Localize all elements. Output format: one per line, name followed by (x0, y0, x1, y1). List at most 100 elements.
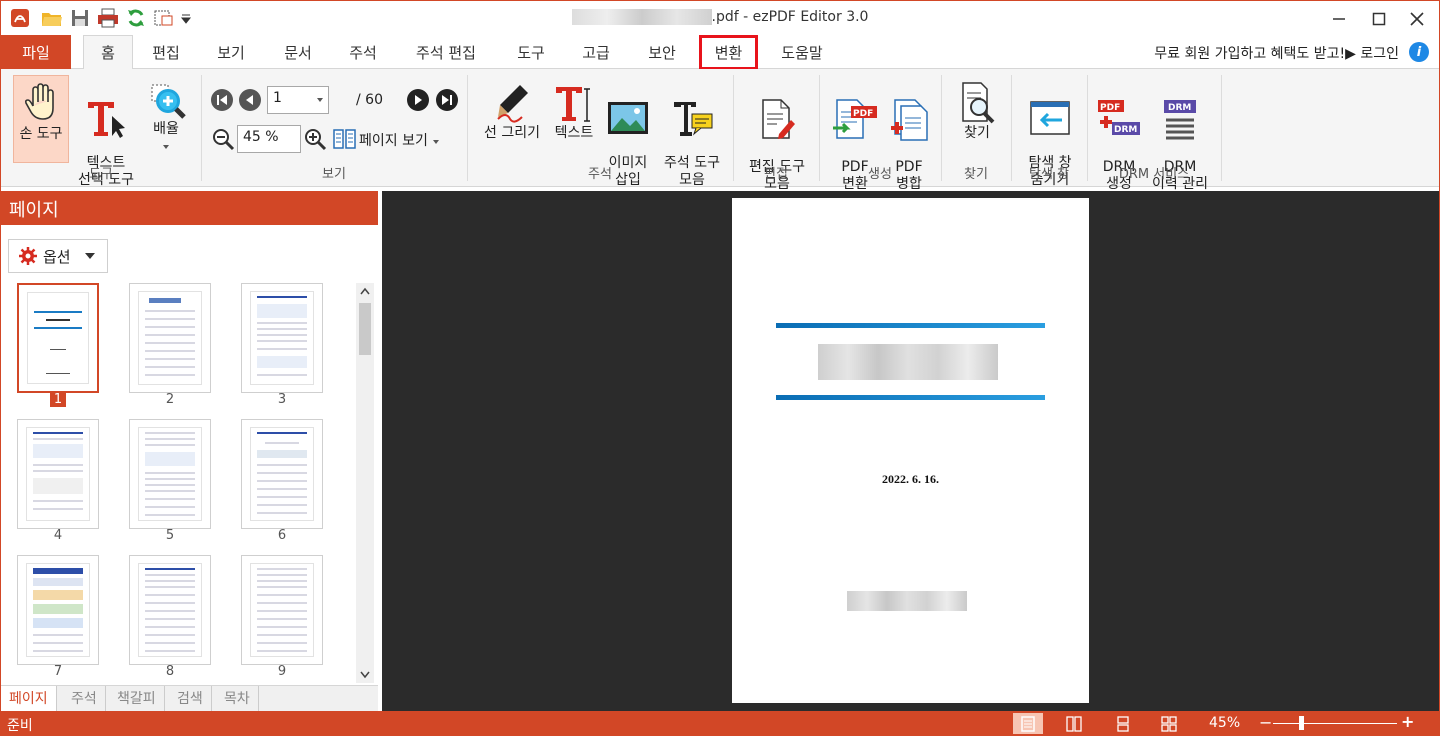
title-top-bar (776, 323, 1045, 328)
find-icon (962, 82, 995, 124)
zoom-plus-icon[interactable]: + (1401, 714, 1414, 730)
svg-text:DRM: DRM (1114, 125, 1137, 135)
zoom-in-icon (151, 84, 186, 119)
continuous-view-button[interactable] (1108, 713, 1138, 734)
page-thumbnail[interactable] (241, 283, 323, 393)
pdf-convert-icon: PDF (833, 99, 877, 139)
blurred-filename (571, 9, 712, 25)
image-insert-button[interactable]: 이미지 삽입 (603, 81, 653, 188)
page-thumbnail[interactable] (17, 555, 99, 665)
scroll-down-icon[interactable] (360, 671, 370, 679)
tab-document[interactable]: 문서 (273, 35, 323, 69)
text-select-tool-button[interactable]: 텍스트 선택 도구 (71, 81, 141, 188)
page-thumbnail[interactable] (17, 283, 99, 393)
zoom-in-small-icon[interactable] (303, 127, 327, 155)
title-bar: .pdf - ezPDF Editor 3.0 (1, 1, 1439, 35)
pages-pane-header: 페이지 (1, 191, 378, 225)
last-page-button[interactable] (436, 89, 458, 111)
page-thumbnail[interactable] (241, 555, 323, 665)
page-thumbnail-number: 3 (277, 392, 287, 407)
page-view-dropdown-icon (433, 140, 440, 144)
zoom-minus-icon[interactable]: − (1259, 715, 1272, 731)
tab-help[interactable]: 도움말 (772, 35, 832, 69)
page-thumbnail-number: 7 (53, 664, 63, 679)
annotation-tools-button[interactable]: 주석 도구 모음 (657, 81, 727, 188)
next-page-button[interactable] (407, 89, 429, 111)
single-page-view-button[interactable] (1013, 713, 1043, 734)
zoom-button[interactable]: 배율 (141, 81, 191, 163)
hide-nav-button[interactable]: 탐색 창 숨기기 (1019, 81, 1081, 188)
minimize-button[interactable] (1319, 5, 1359, 33)
tab-annotation[interactable]: 주석 (338, 35, 388, 69)
grid-view-button[interactable] (1154, 713, 1184, 734)
panel-bottom-tabs: 페이지 주석 책갈피 검색 목차 (1, 685, 378, 711)
tab-security[interactable]: 보안 (637, 35, 687, 69)
page-thumbnail-number: 4 (53, 528, 63, 543)
close-button[interactable] (1397, 5, 1437, 33)
image-icon (608, 102, 648, 134)
tab-advanced[interactable]: 고급 (571, 35, 621, 69)
tab-home[interactable]: 홈 (83, 35, 133, 70)
status-text: 준비 (7, 718, 33, 734)
title-app-name: ezPDF Editor 3.0 (752, 9, 869, 25)
page-view-button[interactable]: 페이지 보기 (359, 130, 440, 150)
first-page-button[interactable] (211, 89, 233, 111)
page-thumbnail[interactable] (129, 419, 211, 529)
page-thumbnail[interactable] (241, 419, 323, 529)
drm-history-icon: DRM (1164, 100, 1196, 140)
tab-view[interactable]: 보기 (206, 35, 256, 69)
tab-search[interactable]: 검색 (169, 686, 212, 711)
zoom-label: 배율 (153, 121, 179, 137)
find-button[interactable]: 찾기 (951, 81, 1003, 163)
tab-tools[interactable]: 도구 (506, 35, 556, 69)
tab-bookmarks[interactable]: 책갈피 (109, 686, 165, 711)
edit-tools-button[interactable]: 편집 도구 모음 (741, 81, 813, 192)
signup-login-link[interactable]: 무료 회원 가입하고 혜택도 받고!▶ 로그인 (1154, 43, 1399, 63)
zoom-slider-track[interactable] (1273, 723, 1397, 724)
zoom-value-input[interactable]: 45 % (237, 125, 301, 153)
title-bottom-bar (776, 395, 1045, 400)
tab-pages[interactable]: 페이지 (1, 686, 57, 711)
zoom-out-icon[interactable] (211, 127, 235, 155)
two-page-view-button[interactable] (1059, 713, 1089, 734)
page-number-value: 1 (273, 90, 282, 106)
document-page[interactable]: 2022. 6. 16. (732, 198, 1089, 703)
maximize-button[interactable] (1359, 5, 1399, 33)
drm-create-button[interactable]: PDF DRM DRM 생성 (1093, 81, 1145, 192)
page-thumbnail[interactable] (129, 283, 211, 393)
options-button[interactable]: 옵션 (8, 239, 108, 273)
hand-tool-button[interactable]: 손 도구 (13, 75, 69, 163)
tab-convert[interactable]: 변환 (699, 35, 758, 70)
file-tab[interactable]: 파일 (1, 35, 71, 69)
tab-edit[interactable]: 편집 (141, 35, 191, 69)
page-thumbnail[interactable] (17, 419, 99, 529)
tab-toc[interactable]: 목차 (216, 686, 259, 711)
prev-page-button[interactable] (239, 89, 261, 111)
zoom-slider-handle[interactable] (1299, 716, 1304, 730)
scrollbar-thumb[interactable] (359, 303, 371, 355)
text-annotation-button[interactable]: 텍스트 (549, 81, 599, 163)
scroll-up-icon[interactable] (360, 287, 370, 295)
page-thumbnail[interactable] (129, 555, 211, 665)
line-draw-label: 선 그리기 (484, 125, 540, 141)
nav-pane-icon (1030, 101, 1070, 135)
page-thumbnail-number: 1 (17, 392, 99, 407)
tab-annotation-edit[interactable]: 주석 편집 (406, 35, 486, 69)
thumbnail-scrollbar[interactable] (356, 283, 374, 683)
tab-annotations[interactable]: 주석 (63, 686, 106, 711)
blurred-title (818, 344, 998, 380)
info-icon[interactable]: i (1409, 42, 1429, 62)
line-draw-button[interactable]: 선 그리기 (477, 81, 547, 163)
status-bar: 준비 45% − + (1, 711, 1439, 735)
grid-page-icon (1161, 715, 1177, 732)
text-insert-icon (556, 87, 590, 122)
page-thumbnail-number: 6 (277, 528, 287, 543)
pages-pane: 옵션 1 2 3 4 5 6 7 8 9 (1, 225, 378, 687)
page-number-input[interactable]: 1 (267, 86, 329, 114)
pdf-merge-button[interactable]: PDF 병합 (883, 81, 935, 192)
document-view[interactable]: 2022. 6. 16. (382, 191, 1439, 711)
drm-history-button[interactable]: DRM DRM 이력 관리 (1145, 81, 1215, 192)
pdf-convert-button[interactable]: PDF PDF 변환 (829, 81, 881, 192)
continuous-page-icon (1117, 715, 1129, 732)
page-total: / 60 (356, 92, 383, 108)
